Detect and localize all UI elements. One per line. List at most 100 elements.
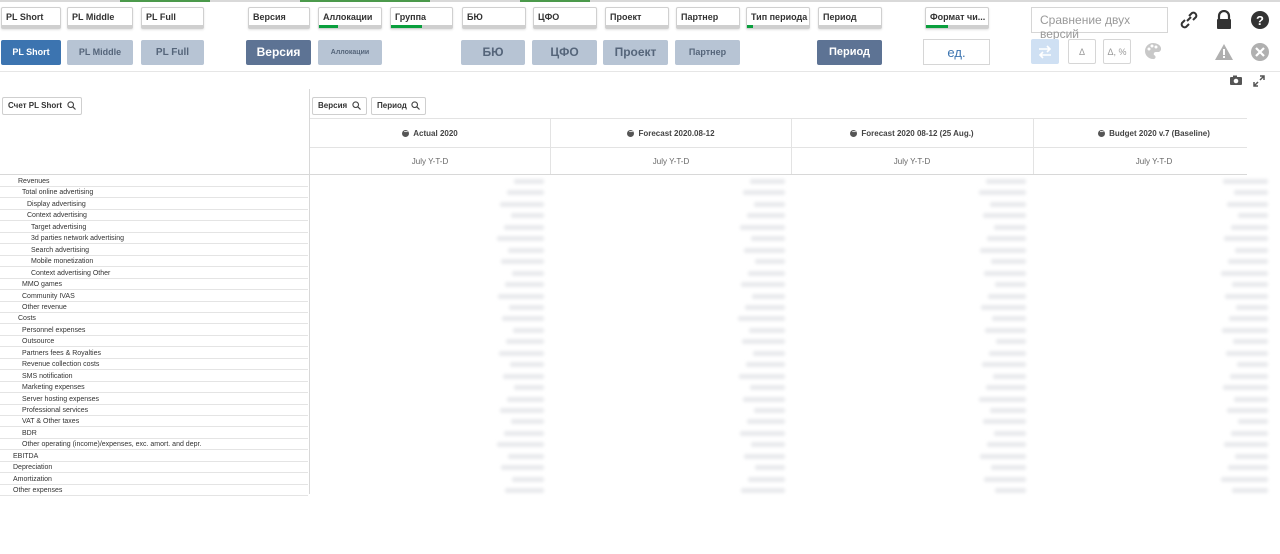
value-cell (741, 282, 785, 288)
delta-percent-button[interactable]: Δ, % (1103, 39, 1131, 64)
table-row-label[interactable]: Outsource (0, 336, 308, 348)
selector-button-label: ЦФО (550, 45, 579, 59)
value-cell (510, 362, 544, 368)
table-row-label[interactable]: Target advertising (0, 222, 308, 233)
table-row-label[interactable]: EBITDA (0, 451, 308, 462)
filter-chip[interactable]: Версия (248, 7, 310, 29)
table-row-label[interactable]: MMO games (0, 279, 308, 291)
selector-button[interactable]: Период (817, 40, 882, 65)
table-row-label[interactable]: Partners fees & Royalties (0, 348, 308, 359)
value-cell (1228, 259, 1268, 265)
link-icon[interactable] (1179, 11, 1199, 29)
col-filter-divider (310, 118, 1247, 119)
table-row-label[interactable]: VAT & Other taxes (0, 416, 308, 428)
column-header[interactable]: − Budget 2020 v.7 (Baseline) (1034, 120, 1274, 148)
lock-icon[interactable] (1215, 10, 1233, 30)
table-row-label[interactable]: Other revenue (0, 302, 308, 313)
table-row-label[interactable]: 3d parties network advertising (0, 233, 308, 245)
filter-chip[interactable]: PL Full (141, 7, 204, 29)
table-row-label[interactable]: Revenues (0, 176, 308, 187)
selector-button[interactable]: БЮ (461, 40, 525, 65)
table-row-label[interactable]: Other expenses (0, 485, 308, 497)
table-row-label[interactable]: SMS notification (0, 371, 308, 382)
collapse-icon[interactable]: − (850, 129, 858, 138)
table-row-label[interactable]: Mobile monetization (0, 256, 308, 268)
table-row-label[interactable]: Professional services (0, 405, 308, 416)
row-dimension-filter-label: Счет PL Short (8, 101, 62, 110)
filter-chip[interactable]: ЦФО (533, 7, 597, 29)
table-row-label[interactable]: Marketing expenses (0, 382, 308, 394)
table-row-label[interactable]: Personnel expenses (0, 325, 308, 336)
collapse-icon[interactable]: − (402, 129, 410, 138)
table-row-label[interactable]: Amortization (0, 474, 308, 485)
table-row-label[interactable]: Other operating (income)/expenses, exc. … (0, 439, 308, 451)
selector-button[interactable]: PL Full (141, 40, 204, 65)
selector-button[interactable]: Версия (246, 40, 311, 65)
collapse-icon[interactable]: − (627, 129, 635, 138)
table-row-label[interactable]: BDR (0, 428, 308, 439)
filter-chip[interactable]: PL Middle (67, 7, 133, 29)
filter-chip[interactable]: БЮ (462, 7, 526, 29)
selector-button[interactable]: Проект (603, 40, 668, 65)
warning-icon[interactable] (1214, 43, 1234, 61)
filter-chip-label: Период (823, 12, 857, 22)
value-cell (754, 201, 785, 207)
value-cell (993, 373, 1026, 379)
table-row-label[interactable]: Community IVAS (0, 291, 308, 302)
row-dimension-filter[interactable]: Счет PL Short (2, 97, 82, 115)
column-header[interactable]: − Forecast 2020 08-12 (25 Aug.) (792, 120, 1032, 148)
table-row-label[interactable]: Context advertising Other (0, 268, 308, 279)
filter-chip[interactable]: Аллокации (318, 7, 382, 29)
filter-chip-bar (319, 25, 381, 28)
table-row-label[interactable]: Total online advertising (0, 187, 308, 199)
collapse-icon[interactable]: − (1098, 129, 1106, 138)
units-field[interactable]: ед. (923, 39, 990, 65)
value-cell (748, 476, 785, 482)
table-row-label[interactable]: Depreciation (0, 462, 308, 474)
value-cell (989, 350, 1026, 356)
filter-chip[interactable]: Проект (605, 7, 669, 29)
selector-button[interactable]: Партнер (675, 40, 740, 65)
table-row-label[interactable]: Search advertising (0, 245, 308, 256)
filter-chip[interactable]: Формат чи... (925, 7, 989, 29)
value-cell (986, 179, 1026, 184)
table-row-label[interactable]: Server hosting expenses (0, 394, 308, 405)
value-cell (755, 465, 785, 471)
swap-button[interactable] (1031, 39, 1059, 64)
version-column-filter[interactable]: Версия (312, 97, 367, 115)
selector-button[interactable]: ЦФО (532, 40, 597, 65)
filter-chip-label: ЦФО (538, 12, 560, 22)
selector-button[interactable]: PL Middle (67, 40, 133, 65)
camera-icon[interactable] (1229, 75, 1243, 86)
table-row-label[interactable]: Revenue collection costs (0, 359, 308, 371)
selector-button[interactable]: PL Short (1, 40, 61, 65)
fullscreen-icon[interactable] (1253, 75, 1265, 87)
clear-selections-icon[interactable] (1250, 42, 1270, 62)
compare-versions-input[interactable]: Сравнение двух версий (1031, 7, 1168, 41)
value-cell (501, 259, 544, 265)
palette-button[interactable] (1139, 39, 1167, 64)
value-cell (991, 259, 1026, 265)
value-cell (507, 396, 544, 402)
value-cell (497, 442, 544, 448)
selector-button[interactable]: Аллокации (318, 40, 382, 65)
filter-chip[interactable]: Тип периода (746, 7, 810, 29)
value-cell (983, 213, 1026, 219)
column-header[interactable]: − Actual 2020 (310, 120, 550, 148)
filter-chip[interactable]: Партнер (676, 7, 740, 29)
delta-button[interactable]: Δ (1068, 39, 1096, 64)
filter-chip[interactable]: Период (818, 7, 882, 29)
filter-chip[interactable]: Группа (390, 7, 453, 29)
table-row-label[interactable]: Context advertising (0, 210, 308, 222)
filter-chip[interactable]: PL Short (1, 7, 61, 29)
value-cell (1232, 488, 1268, 494)
value-cell (753, 350, 785, 356)
help-icon[interactable]: ? (1250, 10, 1270, 30)
column-header[interactable]: − Forecast 2020.08-12 (551, 120, 791, 148)
table-row-label[interactable]: Costs (0, 313, 308, 325)
value-cell (740, 224, 785, 230)
search-icon (352, 101, 361, 110)
value-cell (1238, 419, 1268, 425)
period-column-filter[interactable]: Период (371, 97, 426, 115)
table-row-label[interactable]: Display advertising (0, 199, 308, 210)
